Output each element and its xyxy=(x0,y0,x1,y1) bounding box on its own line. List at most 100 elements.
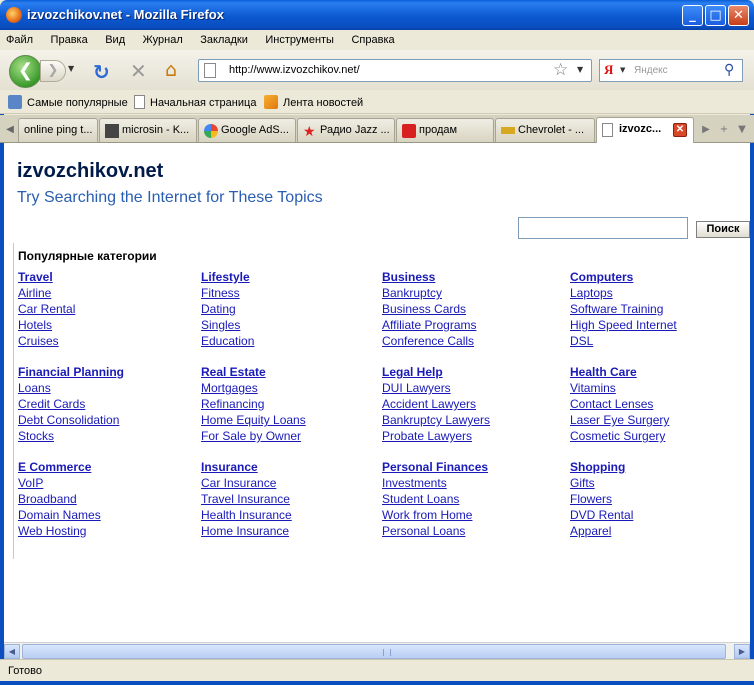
category-link[interactable]: Travel Insurance xyxy=(201,491,292,507)
category-link[interactable]: Refinancing xyxy=(201,396,306,412)
yandex-icon[interactable]: Я xyxy=(604,62,613,78)
category-link[interactable]: Laser Eye Surgery xyxy=(570,412,669,428)
category-heading-link[interactable]: Computers xyxy=(570,269,677,285)
maximize-button[interactable]: □ xyxy=(705,5,726,26)
category-link[interactable]: DSL xyxy=(570,333,677,349)
category-link[interactable]: Broadband xyxy=(18,491,101,507)
category-link[interactable]: Web Hosting xyxy=(18,523,101,539)
bookmark-star-icon[interactable]: ☆ xyxy=(553,60,568,80)
address-bar[interactable]: http://www.izvozchikov.net/ ☆ ▼ xyxy=(198,59,592,82)
category-link[interactable]: Accident Lawyers xyxy=(382,396,490,412)
category-link[interactable]: Stocks xyxy=(18,428,124,444)
tab-online-ping[interactable]: online ping t... xyxy=(18,118,98,142)
category-heading-link[interactable]: Lifestyle xyxy=(201,269,254,285)
scroll-left-icon[interactable]: ◀ xyxy=(4,644,20,659)
category-link[interactable]: For Sale by Owner xyxy=(201,428,306,444)
category-link[interactable]: Loans xyxy=(18,380,124,396)
category-link[interactable]: Affiliate Programs xyxy=(382,317,476,333)
category-link[interactable]: Personal Loans xyxy=(382,523,488,539)
menu-tools[interactable]: Инструменты xyxy=(265,30,334,50)
menu-history[interactable]: Журнал xyxy=(143,30,183,50)
category-link[interactable]: Cruises xyxy=(18,333,75,349)
tab-prodam[interactable]: продам xyxy=(396,118,494,142)
site-search-input[interactable] xyxy=(518,217,688,239)
category-link[interactable]: Probate Lawyers xyxy=(382,428,490,444)
close-window-button[interactable]: ✕ xyxy=(728,5,749,26)
category-link[interactable]: Contact Lenses xyxy=(570,396,669,412)
search-button[interactable]: Поиск xyxy=(696,221,750,238)
category-link[interactable]: Credit Cards xyxy=(18,396,124,412)
url-dropdown-icon[interactable]: ▼ xyxy=(577,65,583,74)
search-icon[interactable]: ⚲ xyxy=(724,62,734,78)
menu-bookmarks[interactable]: Закладки xyxy=(200,30,248,50)
category-link[interactable]: Vitamins xyxy=(570,380,669,396)
category-link[interactable]: Car Rental xyxy=(18,301,75,317)
bookmark-start-page[interactable]: Начальная страница xyxy=(134,95,256,109)
category-link[interactable]: Hotels xyxy=(18,317,75,333)
menu-view[interactable]: Вид xyxy=(105,30,125,50)
category-link[interactable]: Airline xyxy=(18,285,75,301)
tab-chevrolet[interactable]: Chevrolet - ... xyxy=(495,118,595,142)
category-link[interactable]: VoIP xyxy=(18,475,101,491)
category-link[interactable]: Conference Calls xyxy=(382,333,476,349)
category-link[interactable]: Domain Names xyxy=(18,507,101,523)
category-link[interactable]: Business Cards xyxy=(382,301,476,317)
category-link[interactable]: Home Insurance xyxy=(201,523,292,539)
category-heading-link[interactable]: Insurance xyxy=(201,459,292,475)
category-heading-link[interactable]: Travel xyxy=(18,269,75,285)
category-link[interactable]: Cosmetic Surgery xyxy=(570,428,669,444)
category-link[interactable]: Gifts xyxy=(570,475,633,491)
history-dropdown-icon[interactable]: ▼ xyxy=(68,64,74,73)
tab-radio-jazz[interactable]: ★ Радио Jazz ... xyxy=(297,118,395,142)
category-link[interactable]: Home Equity Loans xyxy=(201,412,306,428)
reload-icon[interactable]: ↻ xyxy=(93,60,110,84)
menu-file[interactable]: Файл xyxy=(6,30,33,50)
category-heading-link[interactable]: Health Care xyxy=(570,364,669,380)
engine-dropdown-icon[interactable]: ▼ xyxy=(620,66,625,74)
category-link[interactable]: Student Loans xyxy=(382,491,488,507)
category-heading-link[interactable]: E Commerce xyxy=(18,459,101,475)
tab-microsin[interactable]: microsin - K... xyxy=(99,118,197,142)
category-link[interactable]: Mortgages xyxy=(201,380,306,396)
scrollbar-thumb[interactable] xyxy=(22,644,726,659)
search-placeholder[interactable]: Яндекс xyxy=(634,65,668,76)
close-tab-icon[interactable]: ✕ xyxy=(673,123,687,137)
search-bar[interactable]: Я ▼ Яндекс ⚲ xyxy=(599,59,743,82)
category-link[interactable]: Investments xyxy=(382,475,488,491)
category-link[interactable]: Health Insurance xyxy=(201,507,292,523)
category-link[interactable]: Car Insurance xyxy=(201,475,292,491)
back-button[interactable]: ❮ xyxy=(9,55,42,88)
tab-scroll-left-icon[interactable]: ◀ xyxy=(3,121,17,139)
address-url[interactable]: http://www.izvozchikov.net/ xyxy=(229,64,360,76)
category-link[interactable]: Fitness xyxy=(201,285,254,301)
category-link[interactable]: Dating xyxy=(201,301,254,317)
category-link[interactable]: Bankruptcy xyxy=(382,285,476,301)
category-link[interactable]: Software Training xyxy=(570,301,677,317)
minimize-button[interactable]: _ xyxy=(682,5,703,26)
scroll-right-icon[interactable]: ▶ xyxy=(734,644,750,659)
tab-izvozchikov[interactable]: izvozc... ✕ xyxy=(596,117,694,143)
home-icon[interactable]: ⌂ xyxy=(165,59,177,81)
menu-edit[interactable]: Правка xyxy=(51,30,88,50)
new-tab-icon[interactable]: + xyxy=(716,121,732,139)
stop-icon[interactable]: ✕ xyxy=(130,59,147,83)
horizontal-scrollbar[interactable]: ◀ ▶ xyxy=(4,642,750,659)
category-heading-link[interactable]: Business xyxy=(382,269,476,285)
category-link[interactable]: Bankruptcy Lawyers xyxy=(382,412,490,428)
category-link[interactable]: High Speed Internet xyxy=(570,317,677,333)
category-link[interactable]: DUI Lawyers xyxy=(382,380,490,396)
menu-help[interactable]: Справка xyxy=(351,30,394,50)
category-heading-link[interactable]: Financial Planning xyxy=(18,364,124,380)
category-link[interactable]: Singles xyxy=(201,317,254,333)
category-link[interactable]: DVD Rental xyxy=(570,507,633,523)
category-link[interactable]: Work from Home xyxy=(382,507,488,523)
category-heading-link[interactable]: Legal Help xyxy=(382,364,490,380)
bookmark-most-visited[interactable]: Самые популярные xyxy=(8,95,128,109)
category-link[interactable]: Flowers xyxy=(570,491,633,507)
category-heading-link[interactable]: Real Estate xyxy=(201,364,306,380)
category-link[interactable]: Laptops xyxy=(570,285,677,301)
bookmark-news-feed[interactable]: Лента новостей xyxy=(264,95,363,109)
category-link[interactable]: Education xyxy=(201,333,254,349)
category-heading-link[interactable]: Shopping xyxy=(570,459,633,475)
category-link[interactable]: Apparel xyxy=(570,523,633,539)
